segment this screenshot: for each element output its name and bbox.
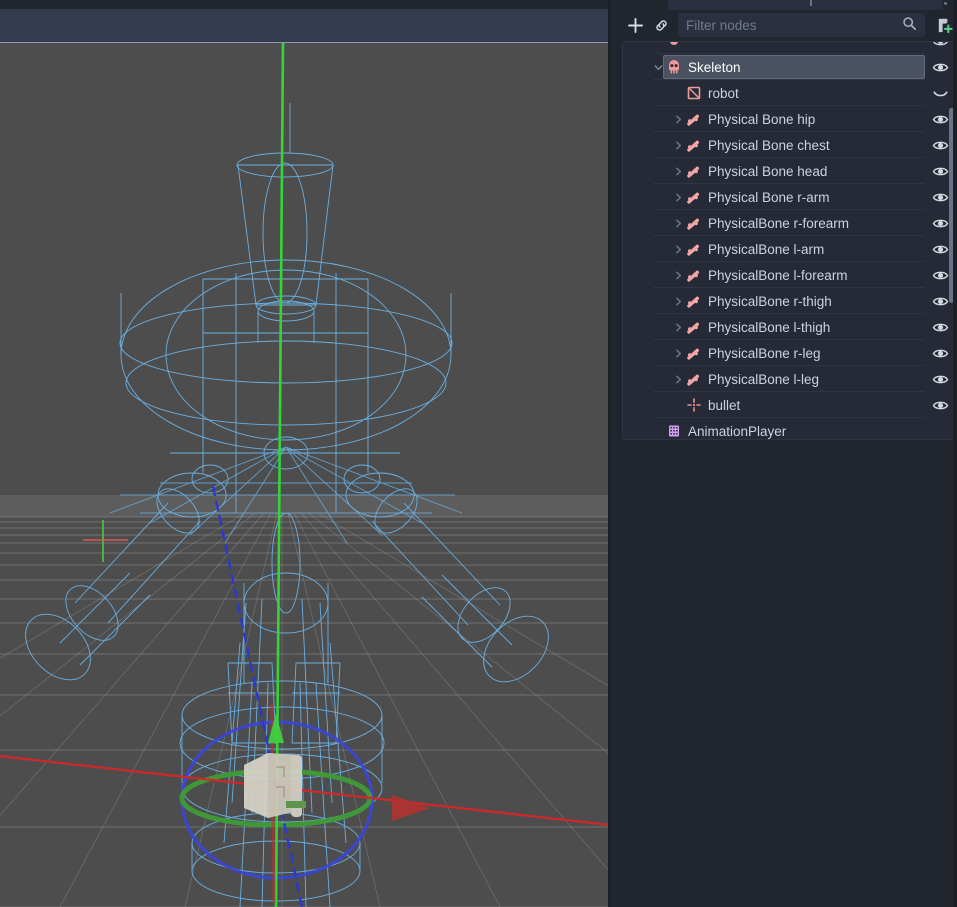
chevron-right-icon[interactable]	[671, 242, 685, 256]
chevron-right-icon[interactable]	[671, 112, 685, 126]
add-node-button[interactable]	[622, 12, 648, 38]
chevron-right-icon[interactable]	[671, 138, 685, 152]
bone-icon	[685, 110, 703, 128]
dock-tab-strip[interactable]	[610, 0, 957, 11]
bone-icon	[685, 240, 703, 258]
tree-indent-spacer	[671, 86, 685, 100]
eye-icon	[932, 41, 949, 50]
scene-tree-item-clipped[interactable]	[623, 41, 957, 54]
chevron-right-icon[interactable]	[671, 216, 685, 230]
scene-tree-item-physicalbone-r-forearm[interactable]: PhysicalBone r-forearm	[623, 210, 957, 236]
scene-tree-item-label: PhysicalBone l-thigh	[708, 320, 957, 335]
tree-indent-spacer	[651, 41, 665, 48]
tree-indent-spacer	[651, 424, 665, 438]
chevron-right-icon[interactable]	[671, 164, 685, 178]
scene-tree-panel[interactable]: Skeleton robot Physical Bone hip Physical B…	[622, 41, 957, 440]
scene-tree-item-label: PhysicalBone r-leg	[708, 346, 957, 361]
script-add-icon	[935, 16, 954, 35]
chevron-right-icon[interactable]	[671, 372, 685, 386]
scene-tree-item-label: PhysicalBone r-forearm	[708, 216, 957, 231]
search-icon	[902, 16, 917, 34]
scene-tree-item-label: Skeleton	[688, 60, 957, 75]
3d-viewport-canvas[interactable]	[0, 43, 610, 907]
filter-nodes-placeholder: Filter nodes	[686, 18, 902, 33]
scene-tree-item-physicalbone-l-arm[interactable]: PhysicalBone l-arm	[623, 236, 957, 262]
node-icon	[665, 41, 683, 50]
3d-scene-render	[0, 43, 610, 907]
scene-tree-item-animationplayer[interactable]: AnimationPlayer	[623, 418, 957, 440]
scene-tree-item-physical-bone-r-arm[interactable]: Physical Bone r-arm	[623, 184, 957, 210]
chevron-right-icon[interactable]	[671, 320, 685, 334]
bone-icon	[685, 188, 703, 206]
dock-menu-icon[interactable]	[944, 2, 947, 5]
scene-tree-item-label: Physical Bone hip	[708, 112, 957, 127]
filter-nodes-input[interactable]: Filter nodes	[678, 13, 925, 37]
animation-player-icon	[665, 422, 683, 440]
tab-label-clipped	[810, 0, 812, 6]
scene-tree-item-label: PhysicalBone l-arm	[708, 242, 957, 257]
chevron-right-icon[interactable]	[671, 268, 685, 282]
plus-icon	[627, 17, 644, 34]
scene-tree-item-label: Physical Bone chest	[708, 138, 957, 153]
scene-tree-item-physical-bone-chest[interactable]: Physical Bone chest	[623, 132, 957, 158]
scene-tree-list[interactable]: Skeleton robot Physical Bone hip Physical B…	[623, 42, 957, 437]
bone-icon	[685, 162, 703, 180]
viewport-toolbar[interactable]	[0, 9, 608, 43]
scene-tree-item-robot[interactable]: robot	[623, 80, 957, 106]
bone-icon	[685, 136, 703, 154]
scene-tree-item-label: Physical Bone r-arm	[708, 190, 957, 205]
visibility-toggle[interactable]	[931, 41, 949, 50]
scene-tree-item-label: PhysicalBone r-thigh	[708, 294, 957, 309]
scene-tree-item-physicalbone-r-leg[interactable]: PhysicalBone r-leg	[623, 340, 957, 366]
bone-icon	[685, 214, 703, 232]
instance-scene-button[interactable]	[648, 12, 674, 38]
bone-icon	[685, 344, 703, 362]
mesh-instance-icon	[685, 84, 703, 102]
scene-tree-item-skeleton[interactable]: Skeleton	[623, 54, 957, 80]
scene-tree-item-label: AnimationPlayer	[688, 424, 957, 439]
scene-tree-item-label: PhysicalBone l-leg	[708, 372, 957, 387]
chevron-down-icon[interactable]	[651, 60, 665, 74]
chevron-right-icon[interactable]	[671, 346, 685, 360]
scene-tree-item-physical-bone-hip[interactable]: Physical Bone hip	[623, 106, 957, 132]
scene-tree-item-physicalbone-r-thigh[interactable]: PhysicalBone r-thigh	[623, 288, 957, 314]
scene-tree-item-label: robot	[708, 86, 957, 101]
chevron-right-icon[interactable]	[671, 294, 685, 308]
skeleton-icon	[665, 58, 683, 76]
right-dock: Filter nodes SkeletonrobotPhysical Bone	[610, 0, 957, 907]
bone-icon	[685, 370, 703, 388]
scene-tree-item-bullet[interactable]: bullet	[623, 392, 957, 418]
scene-tree-toolbar: Filter nodes	[622, 11, 957, 39]
position3d-icon	[685, 396, 703, 414]
scene-tree-item-label: PhysicalBone l-forearm	[708, 268, 957, 283]
scene-tree-item-label: Physical Bone head	[708, 164, 957, 179]
bone-icon	[685, 318, 703, 336]
scene-dock-tab[interactable]	[668, 0, 943, 10]
scene-tree-item-physicalbone-l-leg[interactable]: PhysicalBone l-leg	[623, 366, 957, 392]
scene-tree-item-physicalbone-l-thigh[interactable]: PhysicalBone l-thigh	[623, 314, 957, 340]
bone-icon	[685, 266, 703, 284]
scene-tree-item-physical-bone-head[interactable]: Physical Bone head	[623, 158, 957, 184]
bone-icon	[685, 292, 703, 310]
chevron-right-icon[interactable]	[671, 190, 685, 204]
viewport-area	[0, 0, 610, 907]
viewport-top-gap	[0, 0, 610, 9]
link-icon	[653, 17, 670, 34]
scene-tree-item-label: bullet	[708, 398, 957, 413]
dock-right-edge	[953, 0, 957, 907]
tree-indent-spacer	[671, 398, 685, 412]
scene-tree-item-physicalbone-l-forearm[interactable]: PhysicalBone l-forearm	[623, 262, 957, 288]
